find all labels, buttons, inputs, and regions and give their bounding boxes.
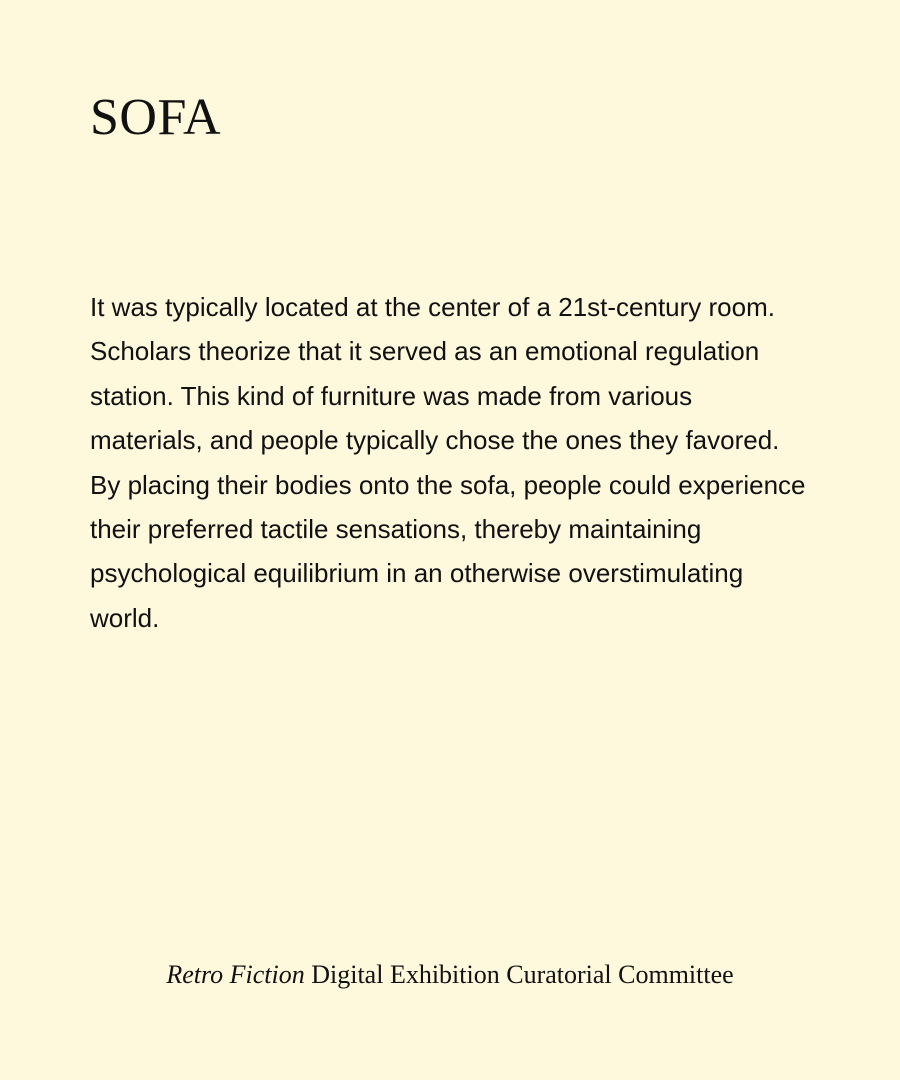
credit-committee: Digital Exhibition Curatorial Committee bbox=[311, 960, 734, 989]
credit-line: Retro Fiction Digital Exhibition Curator… bbox=[0, 955, 900, 995]
exhibit-card: SOFA It was typically located at the cen… bbox=[0, 0, 900, 1080]
credit-exhibition-name: Retro Fiction bbox=[166, 960, 305, 989]
exhibit-title: SOFA bbox=[90, 89, 222, 146]
exhibit-description: It was typically located at the center o… bbox=[90, 292, 806, 633]
